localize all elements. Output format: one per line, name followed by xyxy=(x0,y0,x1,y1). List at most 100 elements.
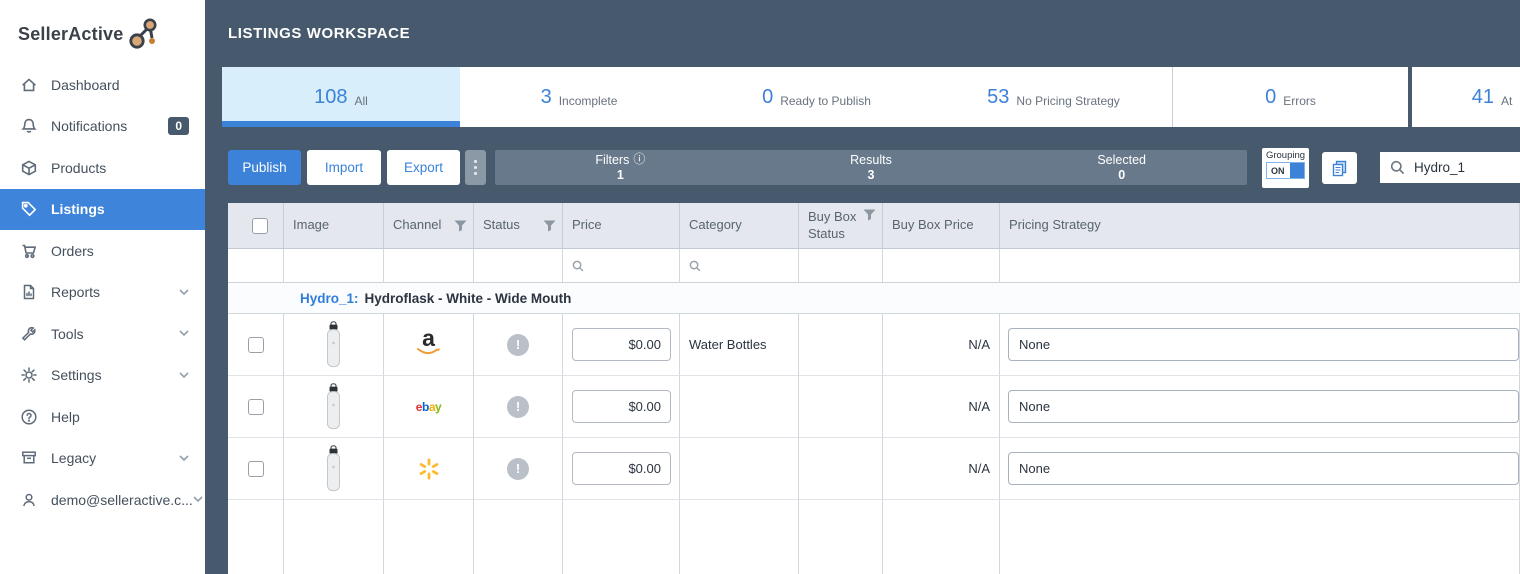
chevron-down-icon xyxy=(179,330,189,337)
copy-view-button[interactable] xyxy=(1322,152,1357,184)
wrench-icon xyxy=(20,325,38,343)
sidebar-item-notifications[interactable]: Notifications 0 xyxy=(0,106,205,148)
tab-incomplete[interactable]: 3 Incomplete xyxy=(460,67,698,127)
sidebar-item-label: Help xyxy=(51,408,80,425)
header-pricing-strategy[interactable]: Pricing Strategy xyxy=(1000,203,1520,249)
filter-funnel-icon[interactable] xyxy=(863,209,876,221)
selected-stat: Selected 0 xyxy=(996,150,1247,185)
chevron-down-icon xyxy=(179,372,189,379)
chevron-down-icon xyxy=(179,289,189,296)
help-circle-icon xyxy=(20,408,38,426)
price-input[interactable]: $0.00 xyxy=(572,390,671,423)
sidebar-item-label: Tools xyxy=(51,325,84,342)
more-actions-button[interactable] xyxy=(465,150,486,185)
channel-cell xyxy=(384,438,474,500)
price-filter-input[interactable] xyxy=(563,249,680,283)
pricing-strategy-select[interactable]: None xyxy=(1008,452,1519,485)
sidebar-item-reports[interactable]: Reports xyxy=(0,272,205,314)
category-filter-input[interactable] xyxy=(680,249,799,283)
channel-cell: ebay xyxy=(384,376,474,438)
header-image[interactable]: Image xyxy=(284,203,384,249)
group-sku-link[interactable]: Hydro_1: xyxy=(300,291,359,306)
status-warning-icon[interactable]: ! xyxy=(507,395,529,418)
price-cell: $0.00 xyxy=(563,438,680,500)
listing-filter-tabs: 108 All 3 Incomplete 0 Ready to Publish … xyxy=(222,67,1520,127)
status-warning-icon[interactable]: ! xyxy=(507,457,529,480)
tab-all[interactable]: 108 All xyxy=(222,67,460,127)
bell-icon xyxy=(20,117,38,135)
tab-ready-to-publish[interactable]: 0 Ready to Publish xyxy=(698,67,935,127)
header-buy-box-price[interactable]: Buy Box Price xyxy=(883,203,1000,249)
tab-label: Errors xyxy=(1283,93,1316,108)
main-content: LISTINGS WORKSPACE 108 All 3 Incomplete … xyxy=(205,0,1520,574)
publish-button[interactable]: Publish xyxy=(228,150,301,185)
export-button[interactable]: Export xyxy=(387,150,460,185)
filters-stat[interactable]: Filters ⓘ 1 xyxy=(495,150,746,185)
sidebar-item-dashboard[interactable]: Dashboard xyxy=(0,64,205,106)
pricing-strategy-cell: None xyxy=(1000,438,1520,500)
tab-count: 3 xyxy=(540,85,552,108)
sidebar-item-listings[interactable]: Listings xyxy=(0,188,205,230)
buy-box-status-cell xyxy=(799,376,883,438)
header-channel[interactable]: Channel xyxy=(384,203,474,249)
row-checkbox[interactable] xyxy=(247,460,264,477)
selleractive-logo[interactable]: SellerActive xyxy=(18,16,160,52)
select-all-checkbox[interactable] xyxy=(252,217,268,234)
search-icon xyxy=(572,260,584,271)
import-button[interactable]: Import xyxy=(307,150,381,185)
filter-funnel-icon[interactable] xyxy=(543,220,556,232)
pricing-strategy-cell: None xyxy=(1000,376,1520,438)
tab-no-pricing-strategy[interactable]: 53 No Pricing Strategy xyxy=(935,67,1172,127)
row-checkbox[interactable] xyxy=(247,336,264,353)
sidebar-item-tools[interactable]: Tools xyxy=(0,313,205,355)
price-input[interactable]: $0.00 xyxy=(572,452,671,485)
tab-count: 53 xyxy=(987,85,1010,108)
sidebar-item-help[interactable]: Help xyxy=(0,396,205,438)
sidebar-item-products[interactable]: Products xyxy=(0,147,205,189)
sidebar-item-label: Products xyxy=(51,159,107,176)
buy-box-status-cell xyxy=(799,314,883,376)
tab-count: 108 xyxy=(314,85,348,108)
category-cell: Water Bottles xyxy=(680,314,799,376)
status-warning-icon[interactable]: ! xyxy=(507,333,529,356)
category-cell xyxy=(680,376,799,438)
filter-cell xyxy=(284,249,384,283)
sidebar-item-settings[interactable]: Settings xyxy=(0,355,205,397)
header-buy-box-status[interactable]: Buy Box Status xyxy=(799,203,883,249)
chevron-down-icon xyxy=(179,455,189,462)
price-input[interactable]: $0.00 xyxy=(572,328,671,361)
header-price[interactable]: Price xyxy=(563,203,680,249)
stat-value: 3 xyxy=(867,167,875,182)
tab-count: 0 xyxy=(762,85,774,108)
stat-label: Filters xyxy=(595,153,630,168)
water-bottle-image xyxy=(327,445,340,492)
header-status[interactable]: Status xyxy=(474,203,563,249)
grouping-control: Grouping ON xyxy=(1262,148,1309,188)
sidebar-item-legacy[interactable]: Legacy xyxy=(0,438,205,480)
group-header-row: Hydro_1: Hydroflask - White - Wide Mouth xyxy=(228,283,1520,314)
tab-errors[interactable]: 0 Errors xyxy=(1172,67,1408,127)
cart-icon xyxy=(20,242,38,260)
row-checkbox[interactable] xyxy=(247,398,264,415)
water-bottle-image xyxy=(327,383,340,430)
sidebar-item-orders[interactable]: Orders xyxy=(0,230,205,272)
tab-label: All xyxy=(354,93,368,108)
status-cell: ! xyxy=(474,314,563,376)
header-category[interactable]: Category xyxy=(680,203,799,249)
search-input[interactable]: Hydro_1 xyxy=(1380,152,1520,183)
sidebar-item-account[interactable]: demo@selleractive.c... xyxy=(0,479,205,521)
grouping-toggle[interactable]: ON xyxy=(1266,162,1305,179)
tab-at-risk[interactable]: 41 At xyxy=(1412,67,1520,127)
table-row: a ! $0.00 Water Bottles N/A None xyxy=(228,314,1520,376)
tab-label: At xyxy=(1500,93,1513,108)
pricing-strategy-select[interactable]: None xyxy=(1008,390,1519,423)
filter-funnel-icon[interactable] xyxy=(454,220,467,232)
tab-count: 41 xyxy=(1471,85,1494,108)
filter-cell xyxy=(883,249,1000,283)
pricing-strategy-select[interactable]: None xyxy=(1008,328,1519,361)
stat-value: 1 xyxy=(616,167,624,182)
header-select-cell xyxy=(228,203,284,249)
row-select-cell xyxy=(228,438,284,500)
walmart-icon xyxy=(419,458,438,479)
stat-label: Selected xyxy=(1097,153,1146,168)
